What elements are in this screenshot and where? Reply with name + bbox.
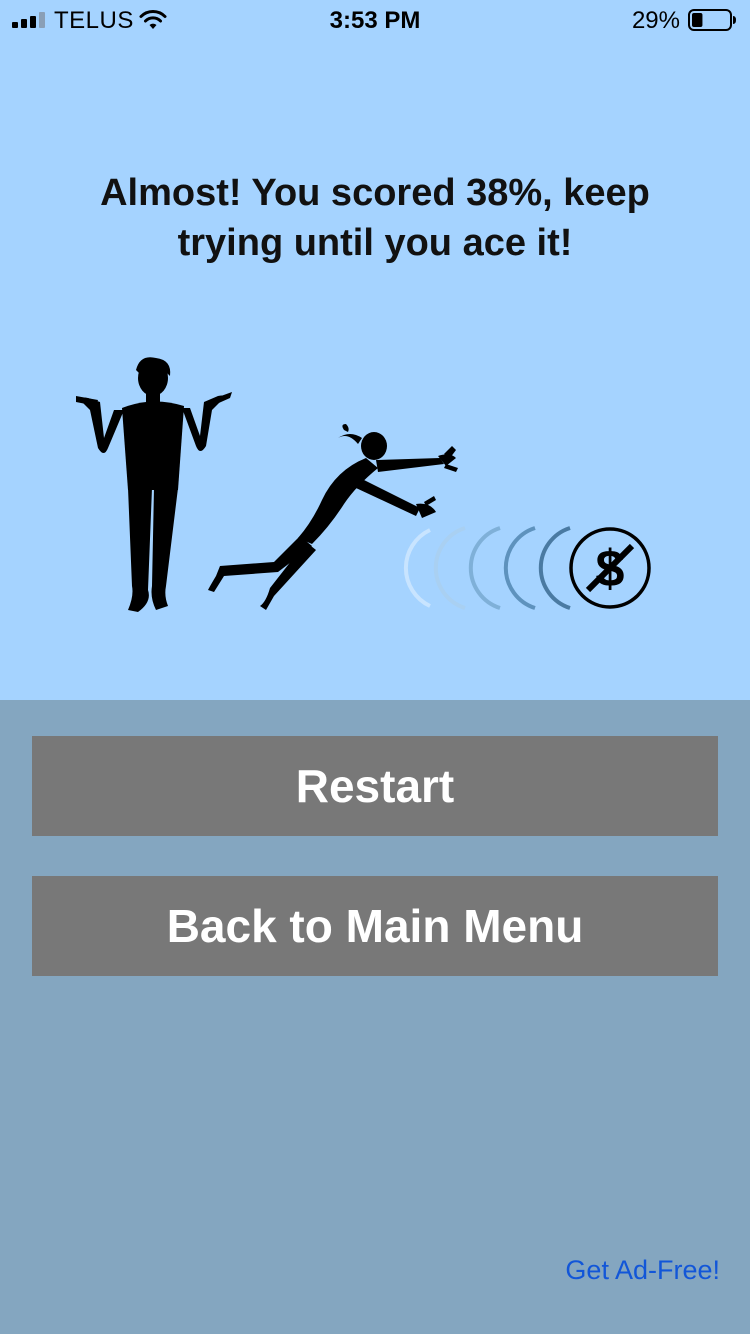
status-bar: TELUS 3:53 PM 29% bbox=[0, 0, 750, 40]
diving-woman-icon bbox=[208, 424, 458, 610]
result-illustration: $ bbox=[76, 357, 651, 612]
main-menu-button-label: Back to Main Menu bbox=[166, 900, 584, 952]
get-ad-free-link[interactable]: Get Ad-Free! bbox=[565, 1255, 720, 1286]
main-menu-button[interactable]: Back to Main Menu bbox=[32, 876, 718, 976]
no-dollar-coin-icon: $ bbox=[569, 527, 651, 609]
result-screen: TELUS 3:53 PM 29% Almost! You scored 38%… bbox=[0, 0, 750, 1334]
battery-icon bbox=[688, 9, 736, 31]
restart-button[interactable]: Restart bbox=[32, 736, 718, 836]
shrugging-man-icon bbox=[76, 357, 232, 612]
battery-percentage: 29% bbox=[631, 7, 680, 34]
motion-arcs-icon bbox=[403, 526, 571, 610]
restart-button-label: Restart bbox=[295, 760, 455, 812]
result-message: Almost! You scored 38%, keep trying unti… bbox=[100, 172, 650, 264]
